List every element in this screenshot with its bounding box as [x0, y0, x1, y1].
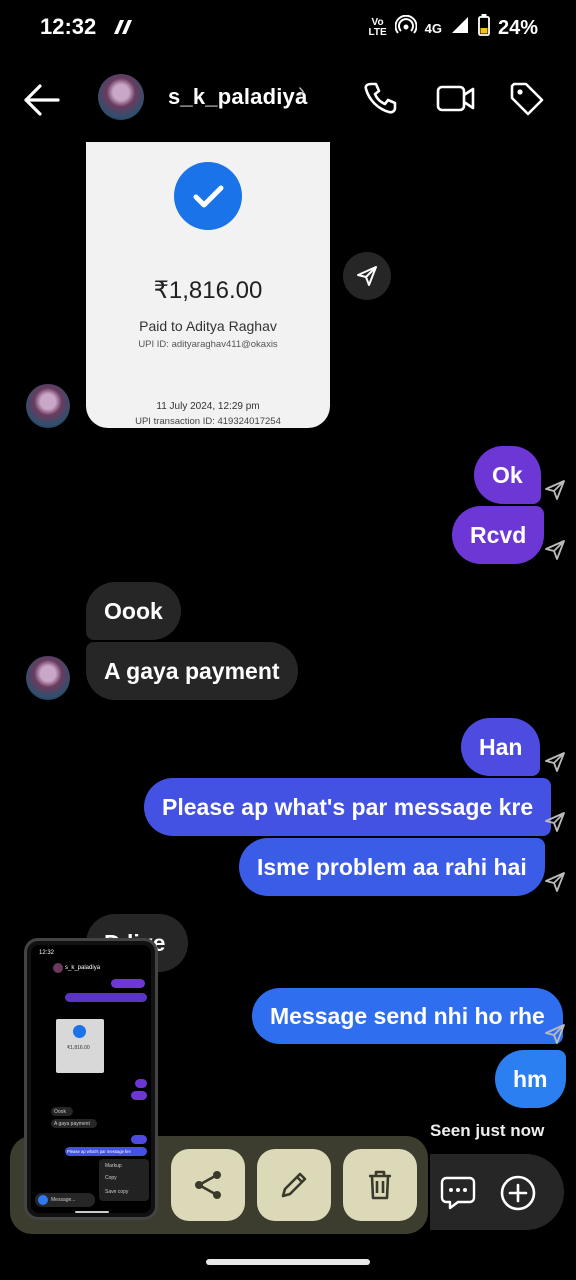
message-text: Message send nhi ho rhe [270, 1002, 545, 1029]
transaction-id: UPI transaction ID: 419324017254 [135, 416, 281, 427]
message-bubble-outgoing[interactable]: Isme problem aa rahi hai [239, 838, 545, 896]
thumb-message: Please ap what's par message kre [67, 1149, 131, 1154]
thumb-input: Message... [51, 1197, 76, 1203]
thumb-menu-item: Copy [105, 1175, 117, 1181]
hotspot-icon [394, 14, 418, 41]
sender-avatar[interactable] [26, 656, 70, 700]
status-time: 12:32 [40, 14, 97, 39]
tag-icon[interactable] [508, 80, 546, 123]
message-bubble-outgoing[interactable]: Please ap what's par message kre [144, 778, 552, 836]
message-text: Isme problem aa rahi hai [257, 853, 527, 880]
message-bubble-outgoing[interactable]: Rcvd [452, 506, 545, 564]
message-text: Rcvd [470, 521, 527, 548]
upi-id: UPI ID: adityaraghav411@okaxis [138, 339, 278, 350]
edit-button[interactable] [257, 1149, 331, 1221]
thumb-menu-item: Save copy [105, 1189, 129, 1195]
message-bubble-outgoing[interactable]: Ok [474, 446, 541, 504]
sender-avatar[interactable] [26, 384, 70, 428]
phone-icon[interactable] [362, 80, 398, 121]
check-icon [174, 162, 242, 230]
plus-circle-icon[interactable] [499, 1174, 537, 1217]
thumb-time: 12:32 [39, 950, 55, 956]
video-icon[interactable] [436, 80, 476, 121]
payment-amount: ₹1,816.00 [153, 277, 263, 304]
status-icons: Vo LTE 4G 24% [368, 14, 538, 42]
seen-status: Seen just now [430, 1121, 545, 1140]
thumb-message: Oook [54, 1109, 66, 1115]
payment-recipient: Paid to Aditya Raghav [139, 318, 277, 334]
message-text: A gaya payment [104, 657, 280, 684]
share-button[interactable] [171, 1149, 245, 1221]
battery-percent: 24% [497, 16, 538, 39]
message-text: Oook [104, 597, 163, 624]
message-bubble-outgoing[interactable]: hm [495, 1050, 566, 1108]
message-bubble-outgoing[interactable]: Message send nhi ho rhe [252, 988, 563, 1044]
message-bubble-outgoing[interactable]: Han [461, 718, 541, 776]
message-bubble-incoming[interactable]: A gaya payment [86, 642, 298, 700]
chat-bubble-icon[interactable] [440, 1174, 476, 1215]
network-type: 4G [424, 20, 442, 36]
share-icon [195, 1171, 221, 1199]
send-status-icon [543, 870, 567, 899]
signal-icon [450, 15, 470, 41]
delete-button[interactable] [343, 1149, 417, 1221]
message-text: Ok [492, 461, 523, 488]
home-indicator[interactable] [206, 1259, 370, 1265]
screenshot-preview-content: 12:32 s_k_paladiya ₹1,816.00 Oook A gaya… [31, 945, 151, 1213]
send-status-icon [543, 750, 567, 779]
thumb-message: A gaya payment [54, 1121, 90, 1127]
chevron-right-icon[interactable]: › [298, 80, 305, 103]
trash-icon [369, 1170, 391, 1200]
send-status-icon [543, 478, 567, 507]
send-status-icon [543, 810, 567, 839]
thumb-amount: ₹1,816.00 [67, 1045, 90, 1051]
back-arrow-icon[interactable] [22, 82, 62, 123]
message-text: hm [513, 1065, 548, 1092]
payment-date: 11 July 2024, 12:29 pm [156, 401, 260, 412]
pencil-icon [281, 1172, 307, 1198]
payment-receipt-card[interactable]: ₹1,816.00 Paid to Aditya Raghav UPI ID: … [86, 142, 330, 428]
app-notification-icon [110, 16, 136, 43]
send-status-icon [543, 538, 567, 567]
thumb-menu-item: Markup [105, 1163, 122, 1169]
chat-username[interactable]: s_k_paladiya [168, 84, 307, 110]
profile-avatar[interactable] [98, 74, 144, 120]
thumb-username: s_k_paladiya [65, 965, 101, 971]
message-bubble-incoming[interactable]: Oook [86, 582, 181, 640]
send-status-icon [543, 1022, 567, 1051]
message-text: Please ap what's par message kre [162, 793, 534, 820]
message-text: Han [479, 733, 523, 760]
screenshot-preview[interactable]: 12:32 s_k_paladiya ₹1,816.00 Oook A gaya… [24, 938, 158, 1220]
volte-icon: Vo LTE [368, 17, 387, 38]
forward-button[interactable] [343, 252, 391, 300]
battery-icon [478, 14, 490, 42]
send-icon [357, 266, 377, 286]
